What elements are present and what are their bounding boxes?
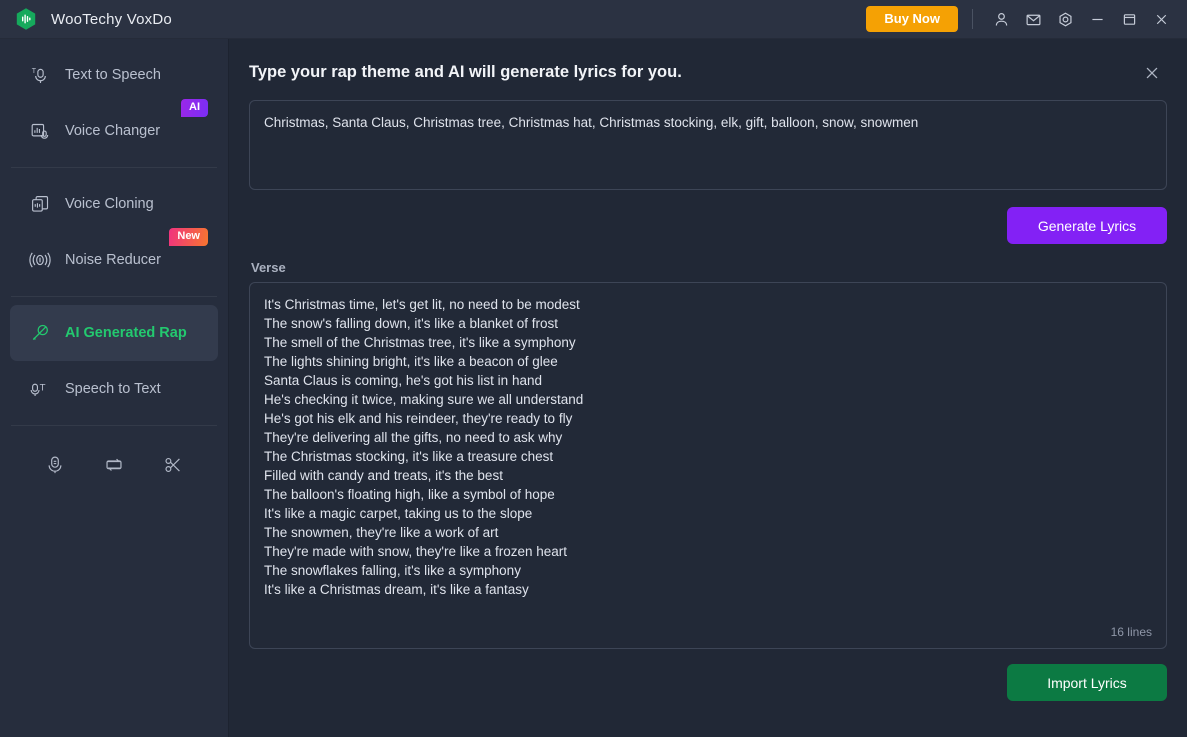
lyric-line: It's Christmas time, let's get lit, no n… [264, 297, 580, 312]
lyric-line: The balloon's floating high, like a symb… [264, 487, 555, 502]
lyric-line: They're delivering all the gifts, no nee… [264, 430, 563, 445]
sidebar-item-label: Noise Reducer [65, 251, 161, 268]
maximize-icon[interactable] [1113, 5, 1145, 33]
badge-new: New [169, 228, 208, 246]
sidebar: T Text to Speech AI Voice Changer Voice … [0, 39, 229, 737]
speech-to-text-icon: T [29, 378, 51, 400]
sidebar-divider [11, 425, 217, 426]
page-title: Type your rap theme and AI will generate… [249, 63, 682, 81]
main-panel: Type your rap theme and AI will generate… [229, 39, 1187, 737]
lyric-line: He's got his elk and his reindeer, they'… [264, 411, 573, 426]
lyric-line: The lights shining bright, it's like a b… [264, 354, 558, 369]
lyric-line: They're made with snow, they're like a f… [264, 544, 568, 559]
lyric-line: Santa Claus is coming, he's got his list… [264, 373, 542, 388]
converter-tool-icon[interactable] [99, 450, 129, 480]
close-window-icon[interactable] [1145, 5, 1177, 33]
account-icon[interactable] [985, 5, 1017, 33]
import-row: Import Lyrics [249, 664, 1167, 701]
sidebar-item-text-to-speech[interactable]: T Text to Speech [10, 47, 218, 103]
sidebar-item-speech-to-text[interactable]: T Speech to Text [10, 361, 218, 417]
sidebar-item-noise-reducer[interactable]: New Noise Reducer [10, 228, 218, 288]
sidebar-item-voice-cloning[interactable]: Voice Cloning [10, 176, 218, 232]
voice-cloning-icon [29, 193, 51, 215]
lyric-line: The Christmas stocking, it's like a trea… [264, 449, 554, 464]
lyric-line: He's checking it twice, making sure we a… [264, 392, 584, 407]
theme-input[interactable]: Christmas, Santa Claus, Christmas tree, … [249, 100, 1167, 190]
verse-label: Verse [251, 260, 286, 275]
sidebar-item-label: Voice Changer [65, 122, 161, 139]
badge-ai: AI [181, 99, 208, 117]
close-panel-icon[interactable] [1137, 58, 1167, 88]
sidebar-item-label: Speech to Text [65, 380, 161, 397]
sidebar-divider [11, 167, 217, 168]
lyric-line: The smell of the Christmas tree, it's li… [264, 335, 576, 350]
lyric-line: Filled with candy and treats, it's the b… [264, 468, 503, 483]
minimize-icon[interactable] [1081, 5, 1113, 33]
sidebar-item-ai-generated-rap[interactable]: AI Generated Rap [10, 305, 218, 361]
title-bar: WooTechy VoxDo Buy Now [0, 0, 1187, 39]
lyrics-textarea[interactable]: It's Christmas time, let's get lit, no n… [249, 282, 1167, 649]
generate-row: Generate Lyrics [249, 207, 1167, 244]
brand: WooTechy VoxDo [14, 7, 172, 31]
app-title: WooTechy VoxDo [51, 10, 172, 28]
sidebar-item-label: Voice Cloning [65, 195, 154, 212]
settings-icon[interactable] [1049, 5, 1081, 33]
generate-lyrics-button[interactable]: Generate Lyrics [1007, 207, 1167, 244]
lyric-line: The snowflakes falling, it's like a symp… [264, 563, 521, 578]
svg-text:T: T [31, 67, 36, 74]
sidebar-item-label: AI Generated Rap [65, 324, 187, 341]
lyric-line: It's like a magic carpet, taking us to t… [264, 506, 533, 521]
main-header: Type your rap theme and AI will generate… [249, 39, 1167, 100]
ai-generated-rap-icon [29, 322, 51, 344]
cutter-tool-icon[interactable] [158, 450, 188, 480]
voxdo-hexagon-logo-icon [14, 7, 38, 31]
body: T Text to Speech AI Voice Changer Voice … [0, 39, 1187, 737]
line-count-label: 16 lines [1110, 625, 1152, 639]
import-lyrics-button[interactable]: Import Lyrics [1007, 664, 1167, 701]
sidebar-item-voice-changer[interactable]: AI Voice Changer [10, 99, 218, 159]
mail-icon[interactable] [1017, 5, 1049, 33]
lyric-line: It's like a Christmas dream, it's like a… [264, 582, 529, 597]
sidebar-item-label: Text to Speech [65, 66, 161, 83]
lyric-line: The snow's falling down, it's like a bla… [264, 316, 559, 331]
text-to-speech-icon: T [29, 64, 51, 86]
svg-text:T: T [39, 382, 45, 393]
voice-changer-icon [29, 120, 51, 142]
sidebar-tools [0, 434, 228, 480]
app-window: WooTechy VoxDo Buy Now T Text to Speech … [0, 0, 1187, 737]
lyric-line: The snowmen, they're like a work of art [264, 525, 499, 540]
buy-now-button[interactable]: Buy Now [866, 6, 958, 32]
recorder-tool-icon[interactable] [40, 450, 70, 480]
noise-reducer-icon [29, 249, 51, 271]
titlebar-divider [972, 9, 973, 29]
sidebar-divider [11, 296, 217, 297]
